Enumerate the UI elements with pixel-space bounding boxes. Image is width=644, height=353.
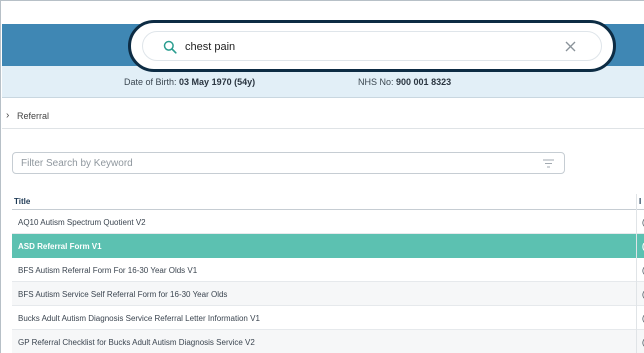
table-row[interactable]: AQ10 Autism Spectrum Quotient V2 ( bbox=[12, 210, 644, 234]
table-row-selected[interactable]: ASD Referral Form V1 ( bbox=[12, 234, 644, 258]
search-icon bbox=[163, 40, 177, 54]
breadcrumb[interactable]: › Referral bbox=[2, 105, 644, 129]
close-icon[interactable] bbox=[564, 40, 577, 53]
filter-input[interactable] bbox=[21, 156, 521, 170]
row-title: Bucks Adult Autism Diagnosis Service Ref… bbox=[18, 314, 260, 323]
row-title: ASD Referral Form V1 bbox=[18, 242, 102, 251]
app-window: Date of Birth: 03 May 1970 (54y) NHS No:… bbox=[0, 0, 644, 353]
column-divider bbox=[636, 194, 637, 353]
filter-search-box[interactable] bbox=[12, 152, 565, 174]
nhs-label: NHS No: bbox=[358, 77, 394, 87]
chevron-right-icon: › bbox=[6, 110, 10, 121]
dob-label: Date of Birth: bbox=[124, 77, 177, 87]
column-header-title[interactable]: Title bbox=[14, 197, 30, 206]
search-input[interactable] bbox=[185, 38, 545, 56]
row-title: AQ10 Autism Spectrum Quotient V2 bbox=[18, 218, 146, 227]
table-row[interactable]: BFS Autism Referral Form For 16-30 Year … bbox=[12, 258, 644, 282]
table-row[interactable]: GP Referral Checklist for Bucks Adult Au… bbox=[12, 330, 644, 353]
table-row[interactable]: Bucks Adult Autism Diagnosis Service Ref… bbox=[12, 306, 644, 330]
row-title: BFS Autism Referral Form For 16-30 Year … bbox=[18, 266, 198, 275]
column-header-2[interactable]: I bbox=[639, 197, 641, 206]
filter-icon[interactable] bbox=[543, 159, 554, 168]
table-row[interactable]: BFS Autism Service Self Referral Form fo… bbox=[12, 282, 644, 306]
search-bar[interactable] bbox=[128, 20, 616, 72]
date-of-birth: Date of Birth: 03 May 1970 (54y) bbox=[124, 77, 255, 87]
nhs-value: 900 001 8323 bbox=[396, 77, 452, 87]
results-table: Title I AQ10 Autism Spectrum Quotient V2… bbox=[12, 194, 644, 353]
row-title: GP Referral Checklist for Bucks Adult Au… bbox=[18, 338, 255, 347]
dob-value: 03 May 1970 (54y) bbox=[179, 77, 256, 87]
nhs-number: NHS No: 900 001 8323 bbox=[358, 77, 451, 87]
breadcrumb-label: Referral bbox=[17, 111, 50, 121]
search-field[interactable] bbox=[142, 31, 602, 61]
table-header: Title I bbox=[12, 194, 644, 210]
row-title: BFS Autism Service Self Referral Form fo… bbox=[18, 290, 228, 299]
